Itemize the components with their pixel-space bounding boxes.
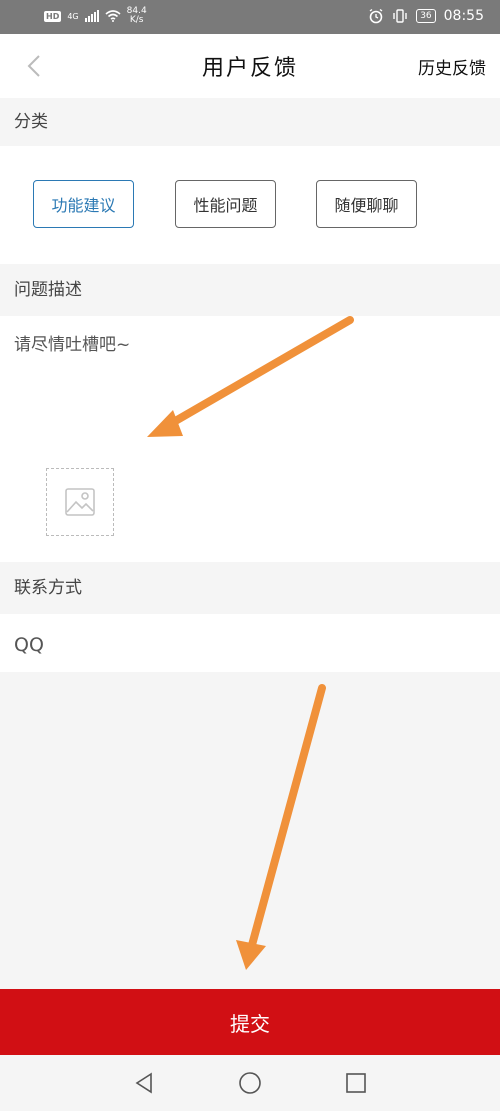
category-option-feature[interactable]: 功能建议 [33, 180, 134, 228]
category-option-performance[interactable]: 性能问题 [175, 180, 276, 228]
description-panel: 请尽情吐槽吧~ [0, 316, 500, 562]
description-label: 问题描述 [0, 264, 500, 316]
network-type: 4G [67, 11, 79, 21]
contact-input[interactable]: QQ [14, 634, 44, 656]
image-icon [65, 488, 95, 516]
title-bar: 用户反馈 历史反馈 [0, 34, 500, 98]
description-input[interactable]: 请尽情吐槽吧~ [14, 330, 130, 355]
nav-recents-icon[interactable] [344, 1071, 368, 1095]
status-bar: HD 4G 84.4 K/s 36 08:55 [0, 0, 500, 34]
category-option-chat[interactable]: 随便聊聊 [316, 180, 417, 228]
add-image-button[interactable] [46, 468, 114, 536]
category-panel: 功能建议 性能问题 随便聊聊 [0, 146, 500, 264]
speed-unit: K/s [129, 15, 144, 25]
contact-panel: QQ [0, 614, 500, 672]
wifi-icon [105, 10, 121, 22]
annotation-arrow-submit [236, 684, 326, 970]
nav-back-icon[interactable] [132, 1071, 156, 1095]
submit-button[interactable]: 提交 [0, 989, 500, 1055]
battery-icon: 36 [416, 9, 436, 23]
network-speed: 84.4 K/s [127, 7, 147, 25]
clock: 08:55 [443, 8, 484, 24]
alarm-icon [369, 8, 383, 24]
history-feedback-link[interactable]: 历史反馈 [418, 54, 486, 79]
nav-home-icon[interactable] [238, 1071, 262, 1095]
category-label: 分类 [0, 98, 500, 146]
system-nav-bar [0, 1055, 500, 1111]
contact-label: 联系方式 [0, 562, 500, 614]
signal-icon [84, 10, 99, 22]
hd-badge: HD [44, 10, 62, 22]
vibrate-icon [393, 9, 407, 23]
